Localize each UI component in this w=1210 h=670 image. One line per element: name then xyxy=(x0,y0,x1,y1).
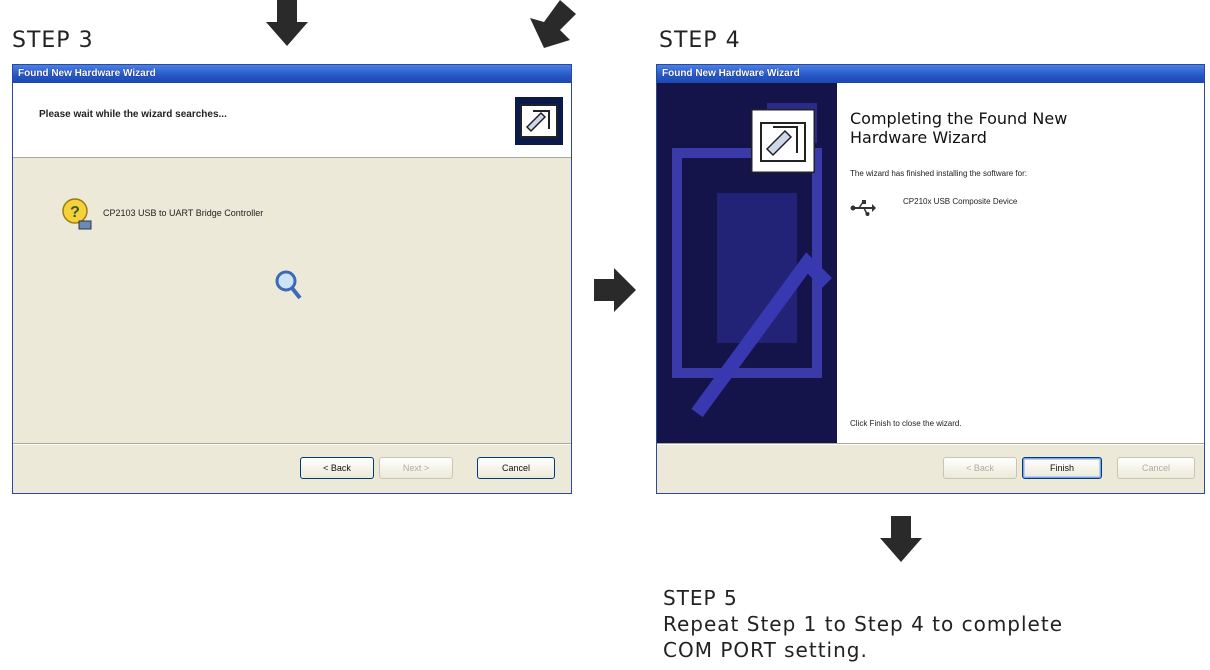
hardware-wizard-icon xyxy=(515,97,563,145)
question-device-icon: ? xyxy=(62,198,92,230)
back-button[interactable]: < Back xyxy=(300,457,374,479)
window-titlebar: Found New Hardware Wizard xyxy=(13,65,571,83)
usb-icon xyxy=(850,200,876,216)
finish-button[interactable]: Finish xyxy=(1022,457,1102,479)
step5-line1: Repeat Step 1 to Step 4 to complete xyxy=(663,612,1063,636)
arrow-diagonal-icon xyxy=(530,0,576,48)
step5-block: STEP 5 Repeat Step 1 to Step 4 to comple… xyxy=(663,585,1063,663)
arrow-right-icon xyxy=(594,268,636,312)
device-name: CP210x USB Composite Device xyxy=(903,197,1018,206)
window-titlebar: Found New Hardware Wizard xyxy=(657,65,1204,83)
footer-divider xyxy=(657,443,1204,445)
step5-line2: COM PORT setting. xyxy=(663,638,868,662)
wizard-sidebar xyxy=(657,83,837,443)
device-name: CP2103 USB to UART Bridge Controller xyxy=(103,208,264,218)
step5-label: STEP 5 xyxy=(663,586,738,610)
hardware-wizard-icon xyxy=(751,109,815,173)
wizard-content: Completing the Found New Hardware Wizard… xyxy=(657,83,1204,443)
step3-wizard-window: Found New Hardware Wizard Please wait wh… xyxy=(12,64,572,494)
cancel-button[interactable]: Cancel xyxy=(1117,457,1195,479)
wizard-header-text: Please wait while the wizard searches... xyxy=(39,109,227,120)
step4-label: STEP 4 xyxy=(659,28,741,53)
next-button[interactable]: Next > xyxy=(379,457,453,479)
wizard-heading: Completing the Found New Hardware Wizard xyxy=(850,109,1068,147)
searching-icon xyxy=(275,270,302,300)
cancel-button[interactable]: Cancel xyxy=(477,457,555,479)
step4-wizard-window: Found New Hardware Wizard Completing the… xyxy=(656,64,1205,494)
arrow-down-icon xyxy=(266,0,308,46)
footer-divider xyxy=(13,443,571,445)
wizard-body-text: The wizard has finished installing the s… xyxy=(850,169,1027,178)
wizard-header: Please wait while the wizard searches... xyxy=(13,83,571,158)
back-button[interactable]: < Back xyxy=(943,457,1017,479)
step3-label: STEP 3 xyxy=(12,28,94,53)
svg-text:?: ? xyxy=(70,204,80,221)
finish-instruction: Click Finish to close the wizard. xyxy=(850,419,962,428)
arrow-down-icon xyxy=(880,516,922,562)
